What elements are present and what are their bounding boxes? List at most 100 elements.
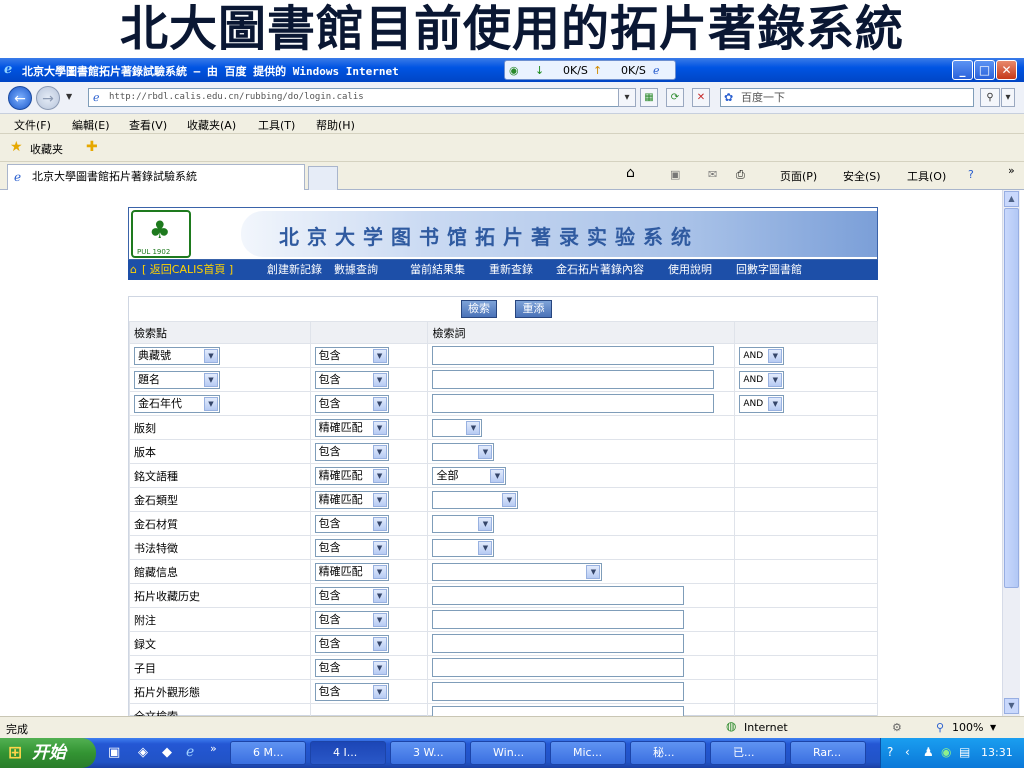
task-explorer[interactable]: 3 W... (390, 741, 466, 765)
quicklaunch-icon[interactable]: ◈ (138, 745, 148, 760)
menu-view[interactable]: 查看(V) (129, 117, 167, 133)
home-icon[interactable]: ⌂ (626, 165, 635, 181)
match-select[interactable]: 包含 ▼ (314, 538, 389, 557)
zoom-dropdown-icon[interactable]: ▼ (990, 723, 996, 732)
match-select[interactable]: 包含 ▼ (314, 394, 389, 413)
quicklaunch-ie-icon[interactable]: ℯ (186, 744, 194, 760)
menu-favorites[interactable]: 收藏夹(A) (187, 117, 236, 133)
tray-clock[interactable]: 13:31 (981, 746, 1013, 759)
compat-view-icon[interactable]: ▦ (640, 88, 658, 107)
match-select[interactable]: 包含 ▼ (314, 634, 389, 653)
match-select[interactable]: 包含 ▼ (314, 658, 389, 677)
tray-expand-icon[interactable]: ‹ (905, 745, 910, 759)
match-select[interactable]: 包含 ▼ (314, 346, 389, 365)
search-options-icon[interactable]: ▾ (1001, 88, 1015, 107)
search-icon[interactable]: ⚲ (980, 88, 1000, 107)
forward-button[interactable]: → (36, 86, 60, 110)
match-select[interactable]: 包含 ▼ (314, 370, 389, 389)
tray-icon[interactable]: ◉ (941, 745, 951, 759)
term-input[interactable] (432, 610, 685, 629)
refresh-icon[interactable]: ⟳ (666, 88, 684, 107)
close-button[interactable]: ✕ (996, 60, 1017, 80)
nav-current-results[interactable]: 當前結果集 (410, 260, 465, 279)
field-select[interactable]: 題名 ▼ (134, 370, 220, 389)
value-select[interactable]: ▼ (432, 490, 519, 509)
url-dropdown-button[interactable]: ▾ (618, 88, 636, 107)
task-ie[interactable]: 4 I... (310, 741, 386, 765)
term-input[interactable] (432, 346, 715, 365)
favorites-button[interactable]: 收藏夹 (30, 141, 63, 157)
tab-current[interactable]: ℯ 北京大學圖書館拓片著錄試驗系統 (7, 164, 305, 190)
task-word[interactable]: 6 M... (230, 741, 306, 765)
term-input[interactable] (432, 370, 715, 389)
feeds-icon[interactable]: ▣ (670, 168, 680, 181)
term-input[interactable] (432, 706, 685, 716)
tray-icon[interactable]: ♟ (923, 745, 934, 759)
field-select[interactable]: 典藏號 ▼ (134, 346, 220, 365)
protected-mode-icon[interactable]: ⚙ (892, 721, 902, 734)
more-chevron-icon[interactable]: » (1008, 164, 1015, 177)
safety-menu[interactable]: 安全(S) (843, 168, 881, 184)
match-select[interactable]: 精確匹配 ▼ (314, 466, 389, 485)
term-input[interactable] (432, 586, 685, 605)
task-mic[interactable]: Mic... (550, 741, 626, 765)
tray-help-icon[interactable]: ? (887, 745, 893, 759)
nav-data-query[interactable]: 數據查詢 (334, 260, 378, 279)
nav-rubbing-content[interactable]: 金石拓片著錄內容 (556, 260, 644, 279)
menu-file[interactable]: 文件(F) (14, 117, 51, 133)
minimize-button[interactable]: _ (952, 60, 973, 80)
reset-button[interactable]: 重添 (515, 300, 552, 318)
term-input[interactable] (432, 394, 715, 413)
logic-select[interactable]: AND ▼ (739, 370, 785, 389)
menu-help[interactable]: 帮助(H) (316, 117, 355, 133)
match-select[interactable]: 精確匹配 ▼ (314, 490, 389, 509)
match-select[interactable]: 包含 ▼ (314, 586, 389, 605)
logic-select[interactable]: AND ▼ (739, 346, 785, 365)
url-field[interactable]: ℯ http://rbdl.calis.edu.cn/rubbing/do/lo… (88, 88, 636, 107)
vertical-scrollbar[interactable]: ▲ ▼ (1002, 190, 1020, 716)
maximize-button[interactable]: □ (974, 60, 995, 80)
stop-icon[interactable]: ✕ (692, 88, 710, 107)
match-select[interactable]: 精確匹配 ▼ (314, 418, 389, 437)
tools-menu[interactable]: 工具(O) (907, 168, 946, 184)
tray-network-icon[interactable]: ▤ (959, 745, 970, 759)
match-select[interactable]: 包含 ▼ (314, 514, 389, 533)
quicklaunch-icon[interactable]: ◆ (162, 745, 172, 760)
search-input[interactable]: ✿ 百度一下 (720, 88, 974, 107)
nav-create-record[interactable]: 創建新記錄 (267, 260, 322, 279)
quicklaunch-desktop-icon[interactable]: ▣ (108, 745, 120, 760)
term-input[interactable] (432, 682, 685, 701)
task-secret[interactable]: 秘... (630, 741, 706, 765)
menu-edit[interactable]: 編輯(E) (72, 117, 110, 133)
scroll-up-icon[interactable]: ▲ (1004, 191, 1019, 207)
value-select[interactable]: ▼ (432, 562, 603, 581)
nav-digital-library[interactable]: 回數字圖書館 (736, 260, 802, 279)
history-dropdown-icon[interactable]: ▼ (66, 92, 72, 101)
add-favorite-icon[interactable]: ✚ (86, 139, 98, 155)
nav-recatalog[interactable]: 重新查錄 (489, 260, 533, 279)
task-win[interactable]: Win... (470, 741, 546, 765)
nav-calis-home[interactable]: [ 返回CALIS首頁 ] (142, 260, 233, 279)
match-select[interactable]: 包含 ▼ (314, 610, 389, 629)
new-tab-button[interactable] (308, 166, 338, 190)
logic-select[interactable]: AND ▼ (739, 394, 785, 413)
nav-instructions[interactable]: 使用說明 (668, 260, 712, 279)
print-icon[interactable]: ⎙ (736, 168, 745, 182)
search-button[interactable]: 檢索 (461, 300, 497, 318)
value-select[interactable]: ▼ (432, 514, 495, 533)
value-select[interactable]: ▼ (432, 442, 495, 461)
task-rar[interactable]: Rar... (790, 741, 866, 765)
page-menu[interactable]: 页面(P) (780, 168, 817, 184)
back-button[interactable]: ← (8, 86, 32, 110)
mail-icon[interactable]: ✉ (708, 168, 717, 181)
scroll-thumb[interactable] (1004, 208, 1019, 588)
menu-tools[interactable]: 工具(T) (258, 117, 295, 133)
match-select[interactable]: 包含 ▼ (314, 682, 389, 701)
quicklaunch-more-icon[interactable]: » (210, 742, 217, 755)
field-select[interactable]: 金石年代 ▼ (134, 394, 220, 413)
value-select[interactable]: 全部 ▼ (432, 466, 507, 485)
match-select[interactable]: 包含 ▼ (314, 442, 389, 461)
start-button[interactable]: ⊞ 开始 (0, 738, 96, 768)
term-input[interactable] (432, 658, 685, 677)
scroll-down-icon[interactable]: ▼ (1004, 698, 1019, 714)
